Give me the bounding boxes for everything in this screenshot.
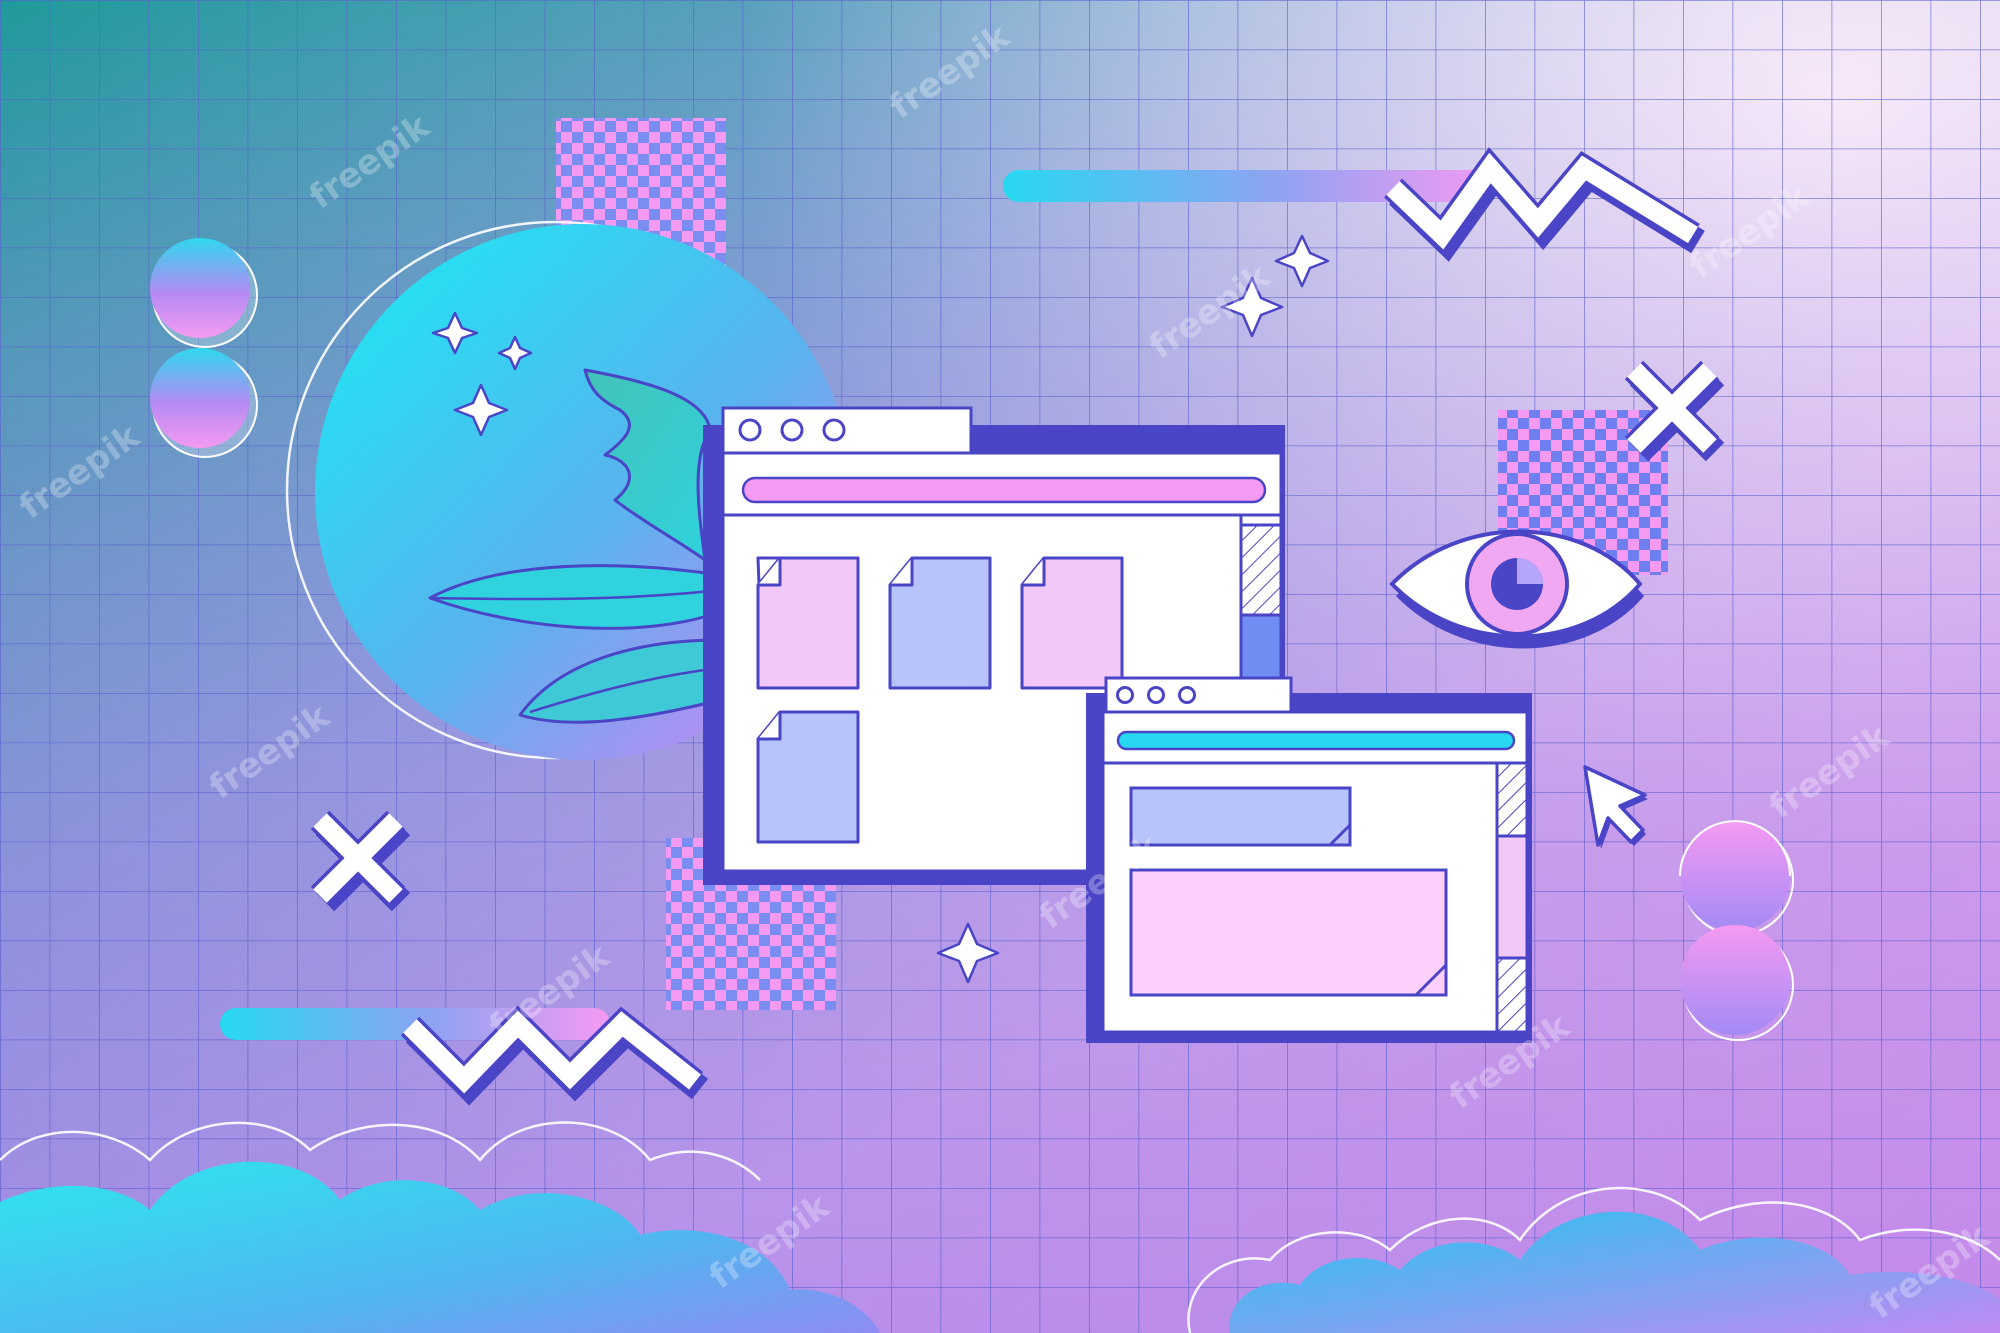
- content-panel: [1129, 868, 1448, 997]
- window-dot: [1178, 686, 1196, 704]
- illustration-canvas: freepik freepik freepik freepik freepik …: [0, 0, 2000, 1333]
- window-dot: [780, 418, 804, 442]
- window-dot: [822, 418, 846, 442]
- address-bar: [741, 476, 1267, 504]
- window-dot: [738, 418, 762, 442]
- address-bar: [1116, 730, 1516, 751]
- gradient-bar: [1003, 170, 1498, 202]
- window-dot: [1116, 686, 1134, 704]
- content-panel: [1129, 786, 1352, 847]
- window-dot: [1147, 686, 1165, 704]
- vaporwave-desktop-illustration: freepik freepik freepik freepik freepik …: [0, 0, 2000, 1333]
